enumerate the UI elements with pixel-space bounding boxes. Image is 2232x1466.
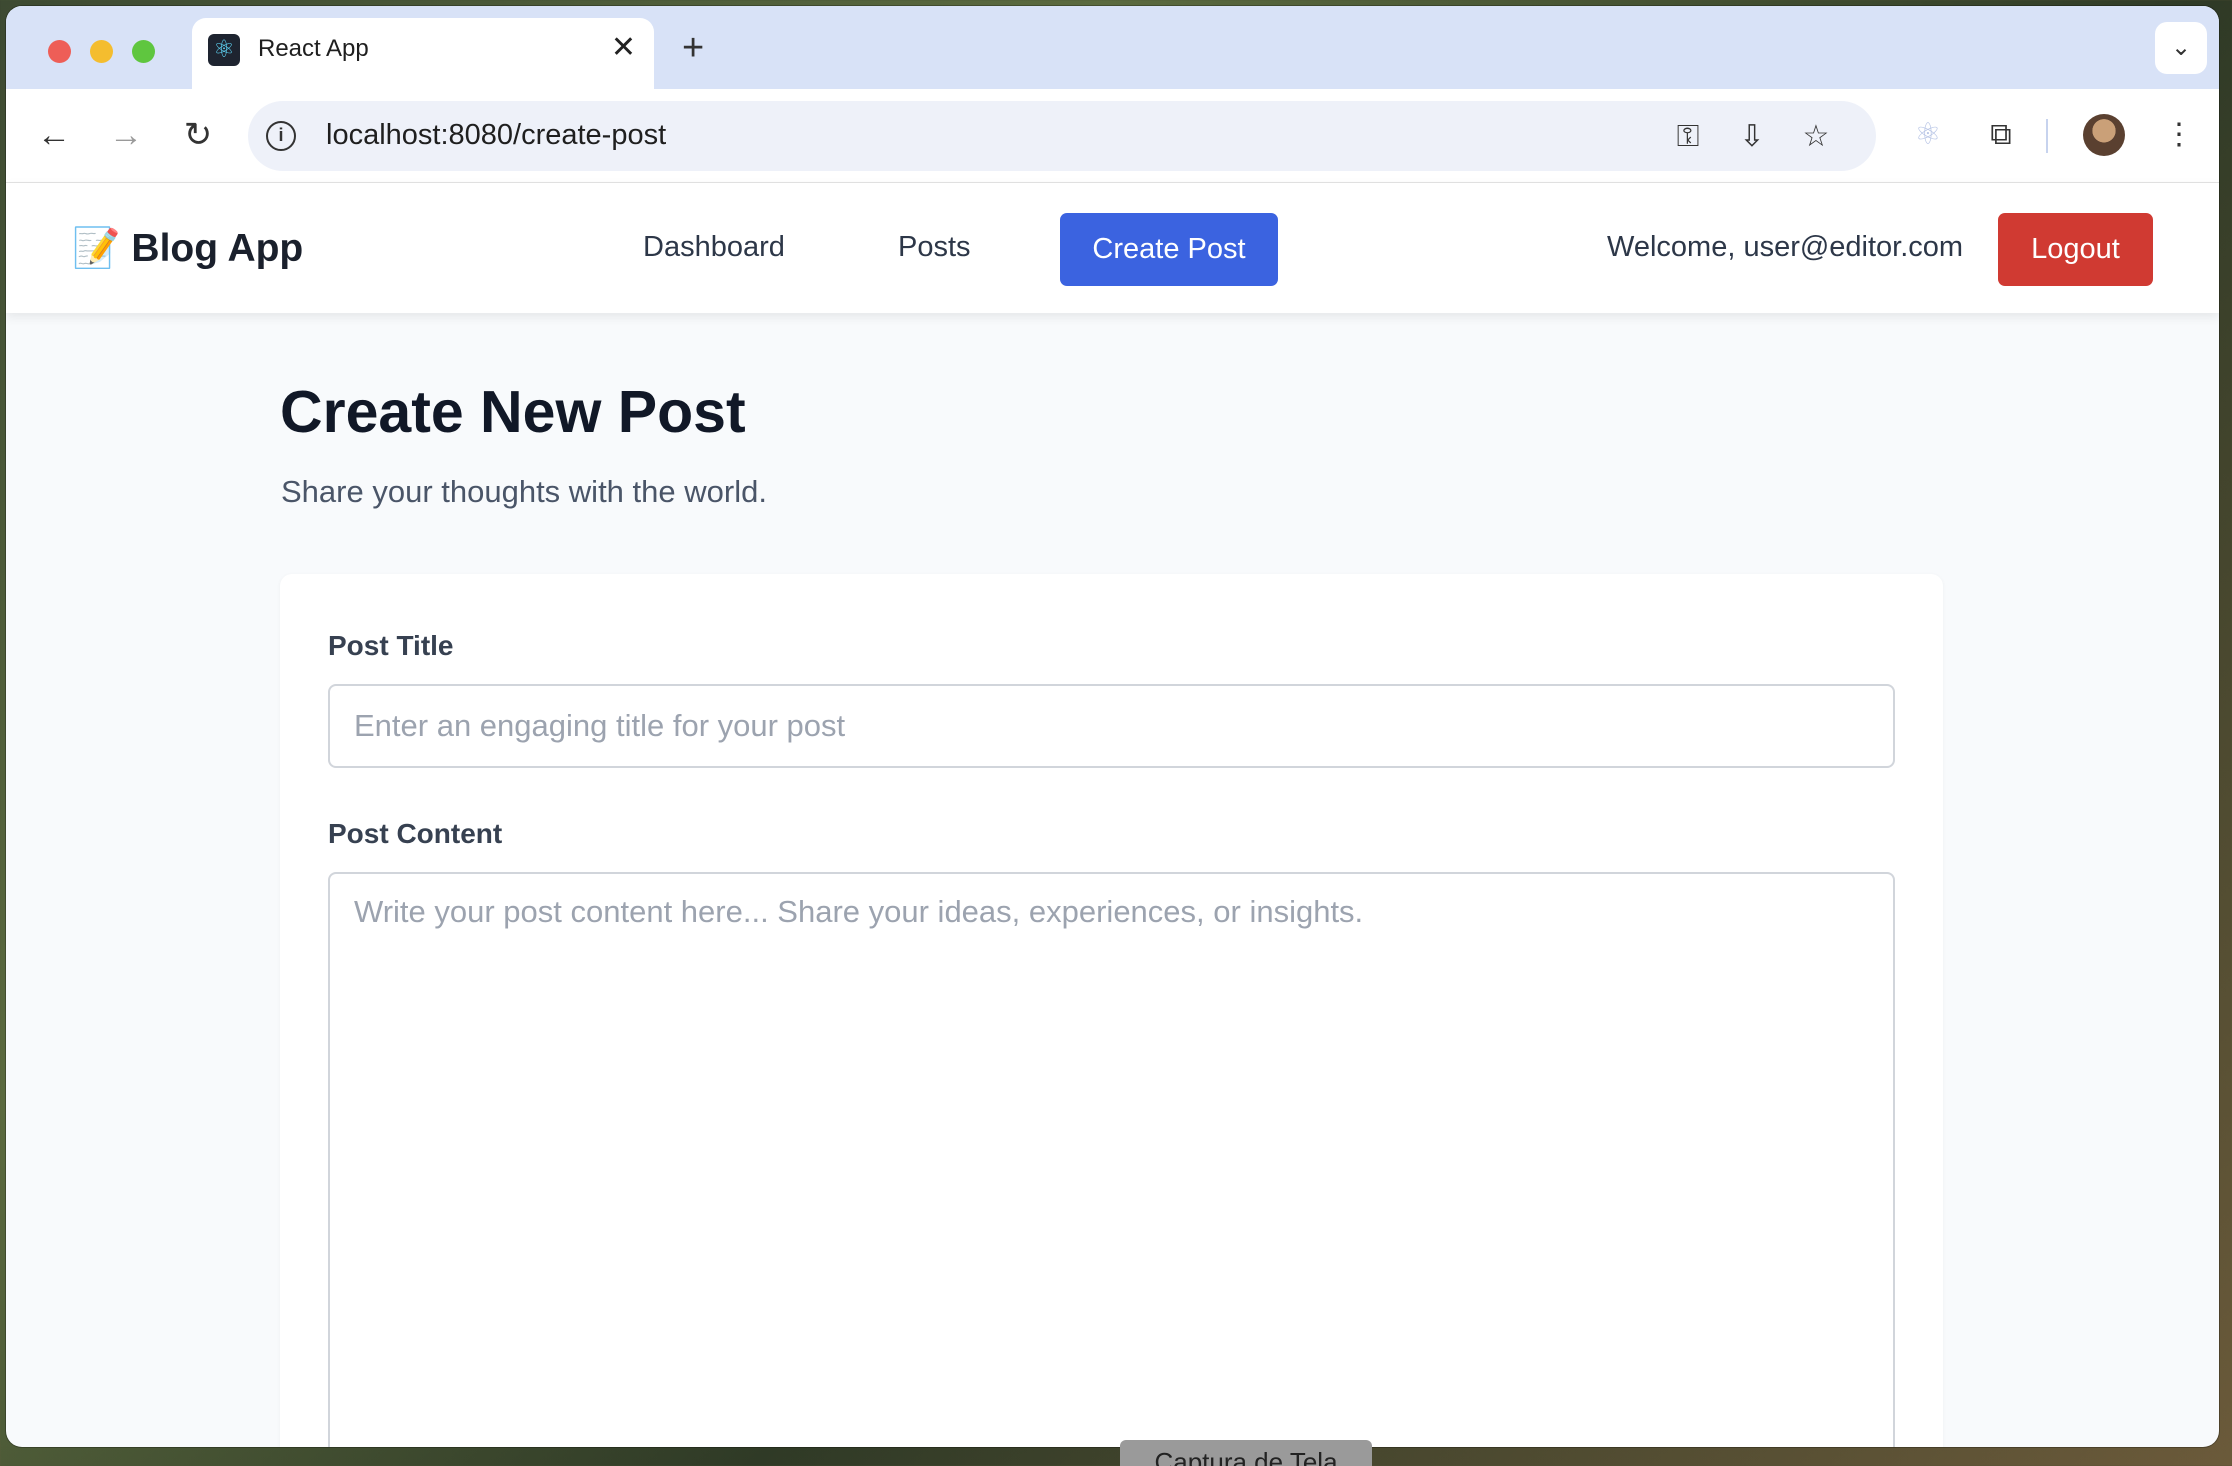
post-title-input[interactable] (328, 684, 1895, 768)
app-header: 📝 Blog App Dashboard Posts Create Post W… (6, 183, 2219, 313)
browser-tab[interactable]: ⚛ React App ✕ (192, 18, 654, 89)
url-text[interactable]: localhost:8080/create-post (326, 119, 666, 152)
post-title-label: Post Title (328, 630, 454, 661)
back-icon[interactable]: ← (30, 111, 78, 159)
memo-icon: 📝 (72, 227, 121, 270)
react-extension-icon[interactable]: ⚛ (1904, 111, 1952, 159)
close-window-button[interactable] (48, 40, 71, 63)
page-title: Create New Post (280, 379, 746, 445)
install-icon[interactable]: ⇩ (1732, 117, 1772, 157)
reload-icon[interactable]: ↻ (174, 111, 222, 159)
brand-logo[interactable]: 📝 Blog App (72, 225, 303, 271)
react-icon: ⚛ (208, 34, 240, 66)
browser-toolbar: ← → ↻ i localhost:8080/create-post ⚿ ⇩ ☆… (6, 89, 2219, 183)
avatar[interactable] (2083, 114, 2125, 156)
browser-window: ⚛ React App ✕ + ⌄ ← → ↻ i localhost:8080… (6, 6, 2219, 1447)
key-icon[interactable]: ⚿ (1668, 117, 1708, 157)
star-icon[interactable]: ☆ (1796, 117, 1836, 157)
nav-dashboard[interactable]: Dashboard (643, 231, 785, 264)
brand-name: Blog App (131, 227, 304, 270)
maximize-window-button[interactable] (132, 40, 155, 63)
tab-close-icon[interactable]: ✕ (611, 30, 636, 66)
tab-strip: ⚛ React App ✕ + ⌄ (6, 6, 2219, 89)
new-tab-button[interactable]: + (682, 28, 704, 68)
tab-title: React App (258, 35, 369, 62)
info-icon[interactable]: i (266, 121, 296, 151)
welcome-text: Welcome, user@editor.com (1607, 231, 1964, 263)
create-post-form: Post Title Post Content (280, 574, 1943, 1447)
toolbar-divider (2046, 119, 2048, 153)
extensions-icon[interactable]: ⧉ (1977, 111, 2025, 159)
tab-search-icon[interactable]: ⌄ (2155, 22, 2207, 74)
post-content-label: Post Content (328, 818, 503, 849)
minimize-window-button[interactable] (90, 40, 113, 63)
nav-create-post-button[interactable]: Create Post (1060, 213, 1278, 286)
forward-icon[interactable]: → (102, 111, 150, 159)
logout-button[interactable]: Logout (1998, 213, 2153, 286)
menu-icon[interactable]: ⋮ (2155, 111, 2203, 159)
page-subtitle: Share your thoughts with the world. (281, 474, 767, 509)
nav-posts[interactable]: Posts (898, 231, 971, 264)
screenshot-toast: Captura de Tela (1120, 1440, 1372, 1466)
address-bar[interactable]: i localhost:8080/create-post ⚿ ⇩ ☆ (248, 101, 1876, 171)
post-content-textarea[interactable] (328, 872, 1895, 1447)
